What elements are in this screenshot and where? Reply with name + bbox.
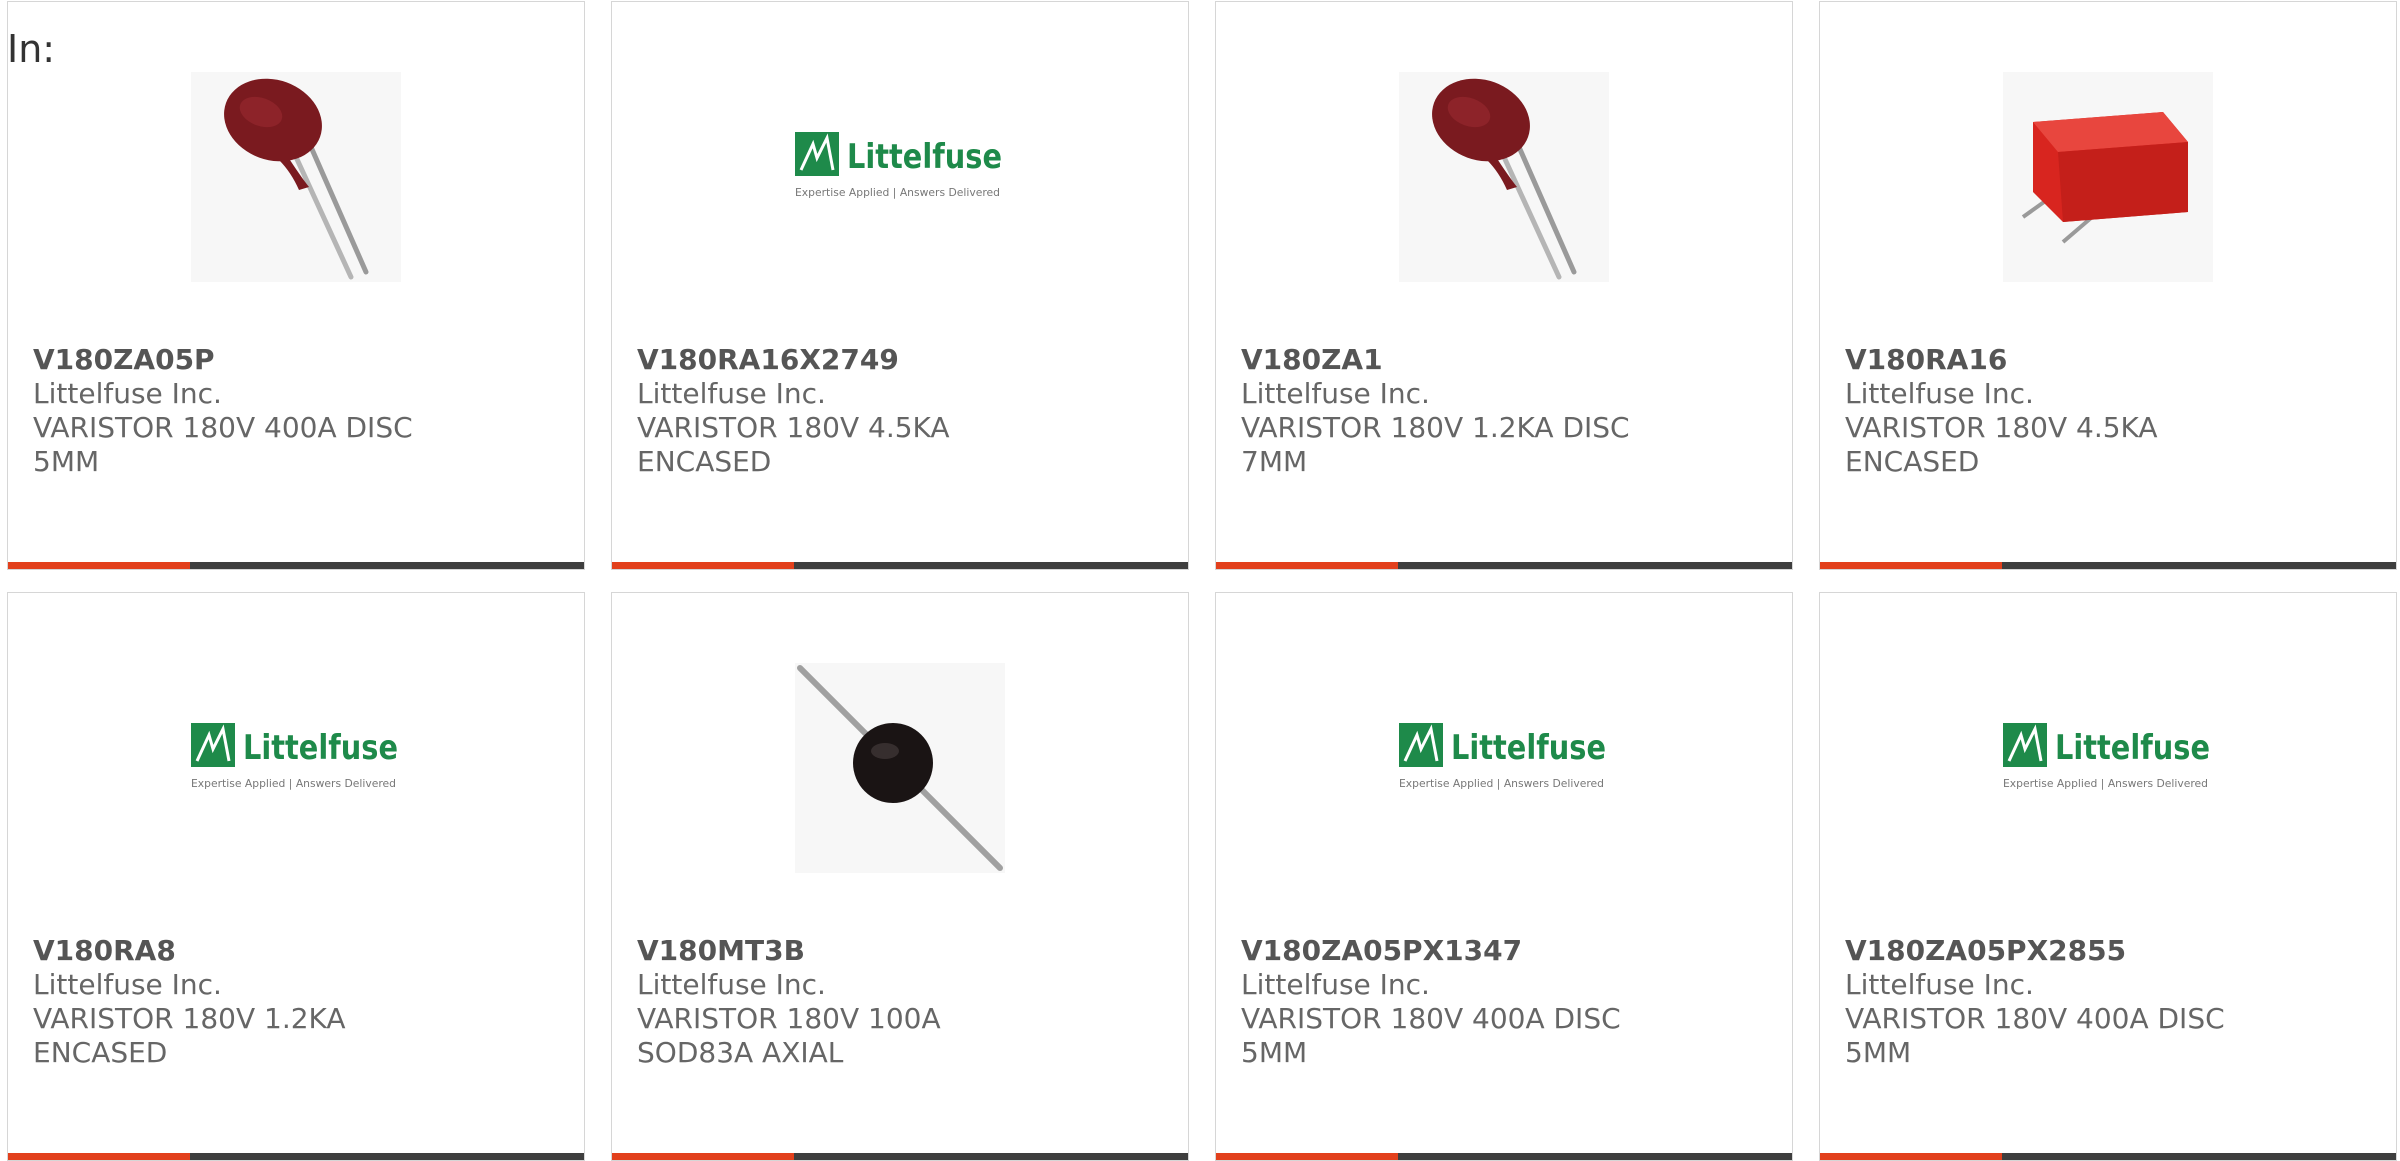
part-number-link[interactable]: V180ZA1 bbox=[1241, 343, 1772, 377]
product-card[interactable]: V180MT3B Littelfuse Inc. VARISTOR 180V 100… bbox=[611, 592, 1189, 1161]
product-image[interactable] bbox=[8, 2, 584, 302]
card-accent-segment bbox=[1216, 562, 1398, 569]
product-description: VARISTOR 180V 1.2KA ENCASED bbox=[33, 1002, 346, 1069]
svg-text:Littelfuse: Littelfuse bbox=[1451, 728, 1606, 768]
part-number-link[interactable]: V180RA16 bbox=[1845, 343, 2376, 377]
product-info: V180RA8 Littelfuse Inc. VARISTOR 180V 1.2K… bbox=[33, 934, 564, 1070]
product-image[interactable] bbox=[1820, 2, 2396, 302]
card-accent-segment bbox=[1216, 1153, 1398, 1160]
card-accent-segment bbox=[1820, 1153, 2002, 1160]
card-accent-bar bbox=[612, 1153, 1188, 1160]
littelfuse-logo-image: Littelfuse Expertise Applied | Answers De… bbox=[795, 132, 1002, 199]
filter-label: In: bbox=[7, 27, 56, 71]
card-accent-segment bbox=[612, 1153, 794, 1160]
part-number-link[interactable]: V180ZA05PX2855 bbox=[1845, 934, 2376, 968]
svg-text:Expertise Applied | Answers De: Expertise Applied | Answers Delivered bbox=[1399, 777, 1604, 790]
product-card[interactable]: Littelfuse Expertise Applied | Answers De… bbox=[1819, 592, 2397, 1161]
product-description: VARISTOR 180V 400A DISC 5MM bbox=[1845, 1002, 2225, 1069]
littelfuse-logo-image: Littelfuse Expertise Applied | Answers De… bbox=[191, 723, 398, 790]
part-number-link[interactable]: V180ZA05P bbox=[33, 343, 564, 377]
product-description: VARISTOR 180V 4.5KA ENCASED bbox=[1845, 411, 2158, 478]
product-card[interactable]: Littelfuse Expertise Applied | Answers De… bbox=[1215, 592, 1793, 1161]
product-info: V180RA16 Littelfuse Inc. VARISTOR 180V 4.5… bbox=[1845, 343, 2376, 479]
card-accent-bar bbox=[1216, 1153, 1792, 1160]
manufacturer-name: Littelfuse Inc. bbox=[1241, 968, 1430, 1001]
product-card[interactable]: V180RA16 Littelfuse Inc. VARISTOR 180V 4.5… bbox=[1819, 1, 2397, 570]
product-info: V180ZA05PX2855 Littelfuse Inc. VARISTOR 18… bbox=[1845, 934, 2376, 1070]
radial-disc-varistor-image bbox=[1399, 72, 1609, 282]
product-info: V180ZA05PX1347 Littelfuse Inc. VARISTOR 18… bbox=[1241, 934, 1772, 1070]
littelfuse-logo-image: Littelfuse Expertise Applied | Answers De… bbox=[1399, 723, 1606, 790]
svg-text:Expertise Applied | Answers De: Expertise Applied | Answers Delivered bbox=[2003, 777, 2208, 790]
manufacturer-name: Littelfuse Inc. bbox=[33, 968, 222, 1001]
card-accent-segment bbox=[8, 562, 190, 569]
part-number-link[interactable]: V180RA16X2749 bbox=[637, 343, 1168, 377]
product-grid: V180ZA05P Littelfuse Inc. VARISTOR 180V 40… bbox=[7, 1, 2400, 1161]
manufacturer-name: Littelfuse Inc. bbox=[1845, 377, 2034, 410]
card-accent-bar bbox=[1216, 562, 1792, 569]
part-number-link[interactable]: V180MT3B bbox=[637, 934, 1168, 968]
product-image[interactable]: Littelfuse Expertise Applied | Answers De… bbox=[1820, 593, 2396, 893]
product-description: VARISTOR 180V 100A SOD83A AXIAL bbox=[637, 1002, 941, 1069]
svg-text:Expertise Applied | Answers De: Expertise Applied | Answers Delivered bbox=[795, 186, 1000, 199]
product-image[interactable] bbox=[1216, 2, 1792, 302]
axial-varistor-image bbox=[795, 663, 1005, 873]
card-accent-bar bbox=[8, 1153, 584, 1160]
card-accent-segment bbox=[1820, 562, 2002, 569]
manufacturer-name: Littelfuse Inc. bbox=[1241, 377, 1430, 410]
manufacturer-name: Littelfuse Inc. bbox=[637, 968, 826, 1001]
product-image[interactable]: Littelfuse Expertise Applied | Answers De… bbox=[1216, 593, 1792, 893]
product-info: V180RA16X2749 Littelfuse Inc. VARISTOR 180… bbox=[637, 343, 1168, 479]
product-description: VARISTOR 180V 1.2KA DISC 7MM bbox=[1241, 411, 1630, 478]
product-description: VARISTOR 180V 400A DISC 5MM bbox=[1241, 1002, 1621, 1069]
radial-disc-varistor-image bbox=[191, 72, 401, 282]
card-accent-segment bbox=[612, 562, 794, 569]
card-accent-bar bbox=[1820, 1153, 2396, 1160]
card-accent-bar bbox=[8, 562, 584, 569]
svg-text:Expertise Applied | Answers De: Expertise Applied | Answers Delivered bbox=[191, 777, 396, 790]
product-image[interactable] bbox=[612, 593, 1188, 893]
product-card[interactable]: Littelfuse Expertise Applied | Answers De… bbox=[7, 592, 585, 1161]
card-accent-bar bbox=[1820, 562, 2396, 569]
part-number-link[interactable]: V180RA8 bbox=[33, 934, 564, 968]
card-accent-bar bbox=[612, 562, 1188, 569]
product-info: V180MT3B Littelfuse Inc. VARISTOR 180V 100… bbox=[637, 934, 1168, 1070]
svg-text:Littelfuse: Littelfuse bbox=[847, 137, 1002, 177]
product-image[interactable]: Littelfuse Expertise Applied | Answers De… bbox=[8, 593, 584, 893]
product-image[interactable]: Littelfuse Expertise Applied | Answers De… bbox=[612, 2, 1188, 302]
svg-text:Littelfuse: Littelfuse bbox=[243, 728, 398, 768]
part-number-link[interactable]: V180ZA05PX1347 bbox=[1241, 934, 1772, 968]
card-accent-segment bbox=[8, 1153, 190, 1160]
encased-varistor-image bbox=[2003, 72, 2213, 282]
product-card[interactable]: Littelfuse Expertise Applied | Answers De… bbox=[611, 1, 1189, 570]
product-description: VARISTOR 180V 4.5KA ENCASED bbox=[637, 411, 950, 478]
littelfuse-logo-image: Littelfuse Expertise Applied | Answers De… bbox=[2003, 723, 2210, 790]
product-description: VARISTOR 180V 400A DISC 5MM bbox=[33, 411, 413, 478]
product-card[interactable]: V180ZA1 Littelfuse Inc. VARISTOR 180V 1.2K… bbox=[1215, 1, 1793, 570]
manufacturer-name: Littelfuse Inc. bbox=[33, 377, 222, 410]
manufacturer-name: Littelfuse Inc. bbox=[637, 377, 826, 410]
product-info: V180ZA1 Littelfuse Inc. VARISTOR 180V 1.2K… bbox=[1241, 343, 1772, 479]
product-card[interactable]: V180ZA05P Littelfuse Inc. VARISTOR 180V 40… bbox=[7, 1, 585, 570]
product-info: V180ZA05P Littelfuse Inc. VARISTOR 180V 40… bbox=[33, 343, 564, 479]
svg-text:Littelfuse: Littelfuse bbox=[2055, 728, 2210, 768]
manufacturer-name: Littelfuse Inc. bbox=[1845, 968, 2034, 1001]
